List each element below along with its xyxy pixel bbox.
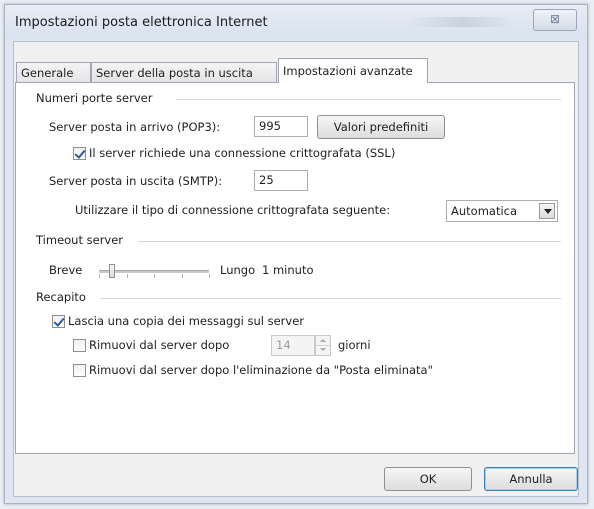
- outgoing-port-input[interactable]: 25: [254, 170, 308, 191]
- section-divider: [176, 99, 561, 100]
- timeout-value: 1 minuto: [262, 263, 314, 277]
- close-icon: ⊠: [549, 12, 561, 26]
- tab-impostazioni-avanzate[interactable]: Impostazioni avanzate: [278, 58, 428, 83]
- tab-generale[interactable]: Generale: [16, 62, 91, 82]
- cancel-button[interactable]: Annulla: [484, 467, 578, 491]
- timeout-slider-thumb[interactable]: [109, 264, 116, 278]
- slider-tick: [126, 274, 128, 278]
- timeout-short-label: Breve: [49, 263, 83, 277]
- timeout-slider-track[interactable]: [99, 270, 209, 273]
- timeout-slider-ticks: [99, 274, 210, 278]
- title-bar-faded-text: [407, 17, 517, 27]
- outgoing-server-label: Server posta in uscita (SMTP):: [49, 174, 223, 188]
- ports-section-title: Numeri porte server: [36, 91, 153, 105]
- remove-after-days-input[interactable]: 14: [271, 335, 315, 356]
- tab-label: Impostazioni avanzate: [283, 64, 413, 78]
- timeout-section-title: Timeout server: [36, 233, 124, 247]
- slider-tick: [154, 274, 155, 278]
- slider-tick: [181, 274, 183, 278]
- delivery-section-title: Recapito: [36, 290, 86, 304]
- encryption-type-label: Utilizzare il tipo di connessione critto…: [75, 203, 391, 217]
- remove-after-label: Rimuovi dal server dopo: [89, 338, 230, 352]
- remove-after-checkbox[interactable]: [73, 339, 86, 352]
- incoming-server-label: Server posta in arrivo (POP3):: [49, 120, 221, 134]
- tab-server-uscita[interactable]: Server della posta in uscita: [91, 62, 277, 82]
- encryption-type-value: Automatica: [451, 204, 518, 218]
- timeout-long-label: Lungo: [220, 263, 256, 277]
- slider-tick: [209, 274, 210, 278]
- title-bar[interactable]: Impostazioni posta elettronica Internet …: [5, 5, 587, 39]
- days-label: giorni: [338, 338, 371, 352]
- remove-deleted-label: Rimuovi dal server dopo l'eliminazione d…: [89, 363, 433, 377]
- tab-label: Server della posta in uscita: [96, 66, 253, 80]
- spin-down-icon[interactable]: [316, 346, 330, 355]
- section-divider: [138, 241, 561, 242]
- slider-tick: [99, 274, 100, 278]
- ssl-checkbox[interactable]: [73, 147, 86, 160]
- remove-deleted-checkbox[interactable]: [73, 364, 86, 377]
- days-spinner[interactable]: [315, 335, 331, 356]
- advanced-settings-panel: Numeri porte server Server posta in arri…: [15, 82, 575, 454]
- section-divider: [100, 298, 561, 299]
- tab-label: Generale: [21, 66, 74, 80]
- leave-copy-checkbox[interactable]: [52, 315, 65, 328]
- leave-copy-label: Lascia una copia dei messaggi sul server: [68, 314, 305, 328]
- window-title: Impostazioni posta elettronica Internet: [15, 15, 268, 30]
- ok-button[interactable]: OK: [384, 467, 472, 491]
- spin-up-icon[interactable]: [316, 336, 330, 346]
- close-button[interactable]: ⊠: [533, 9, 577, 31]
- incoming-port-input[interactable]: 995: [254, 116, 308, 137]
- ssl-label: Il server richiede una connessione critt…: [89, 146, 396, 160]
- encryption-type-select[interactable]: Automatica: [446, 200, 558, 222]
- chevron-down-icon[interactable]: [539, 203, 555, 219]
- default-values-button[interactable]: Valori predefiniti: [317, 115, 445, 139]
